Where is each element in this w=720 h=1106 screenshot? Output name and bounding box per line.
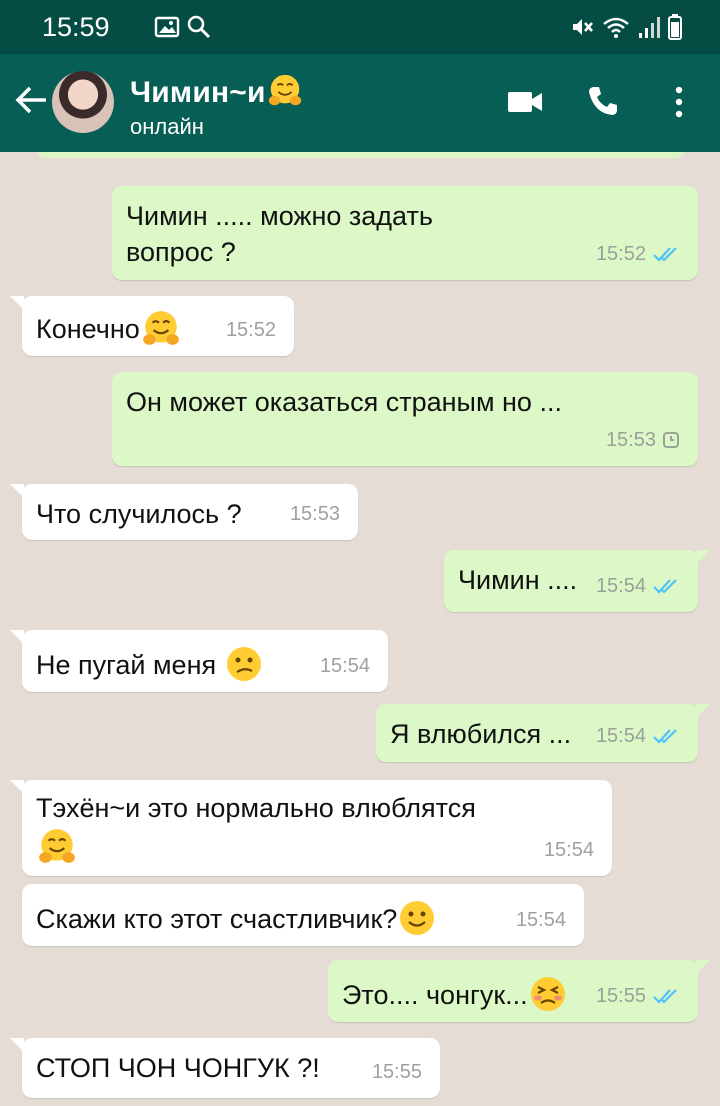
- read-ticks-icon: [653, 579, 677, 594]
- message-outgoing[interactable]: Я влюбился ... 15:54: [376, 704, 710, 762]
- read-ticks-icon: [653, 729, 677, 744]
- contact-status: онлайн: [130, 114, 204, 139]
- message-time: 15:54: [595, 725, 646, 747]
- message-incoming[interactable]: Что случилось ? 15:53: [10, 484, 358, 540]
- message-time: 15:55: [595, 985, 646, 1007]
- message-time: 15:54: [515, 909, 566, 931]
- persevering-emoji-icon: [530, 977, 565, 1011]
- chat-header: Чимин~и онлайн: [0, 54, 720, 152]
- search-icon: [187, 15, 211, 39]
- read-ticks-icon: [653, 247, 677, 262]
- hug-emoji-icon: [268, 74, 301, 106]
- message-incoming[interactable]: Скажи кто этот счастливчик? 15:54: [22, 884, 584, 946]
- image-icon: [154, 16, 180, 38]
- message-text: СТОП ЧОН ЧОНГУК ?!: [36, 1053, 320, 1083]
- wifi-icon: [603, 17, 629, 38]
- message-time: 15:52: [225, 319, 276, 341]
- back-arrow-icon[interactable]: [14, 82, 50, 118]
- message-text: Это.... чонгук...: [342, 980, 528, 1010]
- hug-emoji-icon: [39, 829, 75, 863]
- message-outgoing[interactable]: Чимин ..... можно задать вопрос ? 15:52: [112, 186, 698, 280]
- message-time: 15:52: [595, 243, 646, 265]
- confused-emoji-icon: [226, 647, 261, 681]
- signal-icon: [639, 17, 660, 38]
- pending-clock-icon: [663, 432, 679, 448]
- video-call-icon[interactable]: [508, 90, 544, 114]
- message-text: Чимин ..... можно задать вопрос ?: [126, 201, 433, 267]
- message-time: 15:54: [543, 839, 594, 861]
- message-outgoing[interactable]: Он может оказаться страным но ... 15:53: [112, 372, 698, 466]
- battery-icon: [668, 14, 682, 40]
- message-incoming[interactable]: СТОП ЧОН ЧОНГУК ?! 15:55: [10, 1038, 440, 1098]
- message-outgoing[interactable]: Чимин .... 15:54: [444, 550, 710, 612]
- message-text: Не пугай меня: [36, 650, 217, 680]
- mute-icon: [573, 19, 593, 35]
- message-text: Конечно: [36, 314, 140, 344]
- message-time: 15:54: [595, 575, 646, 597]
- status-time: 15:59: [42, 12, 110, 42]
- message-text: Тэхён~и это нормально влюблятся: [36, 793, 476, 823]
- message-incoming[interactable]: Не пугай меня 15:54: [10, 630, 388, 692]
- hug-emoji-icon: [142, 311, 179, 345]
- message-time: 15:54: [319, 655, 370, 677]
- more-options-icon[interactable]: [672, 86, 686, 118]
- message-time: 15:53: [605, 429, 656, 451]
- message-outgoing[interactable]: Это.... чонгук... 15:55: [328, 960, 710, 1022]
- contact-name[interactable]: Чимин~и: [130, 72, 304, 110]
- smile-emoji-icon: [400, 901, 435, 935]
- message-incoming[interactable]: Конечно 15:52: [10, 296, 294, 356]
- previous-message-edge: [36, 152, 686, 158]
- message-text: Он может оказаться страным но ...: [126, 387, 562, 417]
- message-incoming[interactable]: Тэхён~и это нормально влюблятся 15:54: [10, 780, 612, 876]
- message-time: 15:55: [371, 1061, 422, 1083]
- avatar[interactable]: [52, 71, 114, 133]
- message-time: 15:53: [289, 503, 340, 525]
- chat-area[interactable]: Чимин ..... можно задать вопрос ? 15:52 …: [0, 152, 720, 1106]
- read-ticks-icon: [653, 989, 677, 1004]
- status-bar: 15:59: [0, 0, 720, 54]
- message-text: Скажи кто этот счастливчик?: [36, 904, 398, 934]
- phone-icon[interactable]: [586, 84, 620, 118]
